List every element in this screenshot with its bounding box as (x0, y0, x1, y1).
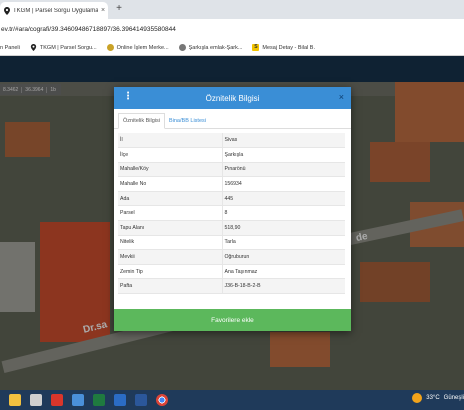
browser-tab-strip: TKGM | Parsel Sorgu Uygulama... × + (0, 0, 464, 19)
sun-icon (412, 393, 423, 403)
table-row: Parsel 8 (118, 205, 345, 222)
row-key: Mahalle No (118, 176, 223, 192)
row-key: Zemin Tip (118, 264, 223, 280)
bookmark-label: Online İşlem Merke... (116, 44, 169, 51)
bookmark-item[interactable]: TKGM | Parsel Sorgu... (30, 44, 97, 51)
bookmark-item[interactable]: Şarkışla emlak-Şark... (178, 44, 243, 51)
outlook-icon[interactable] (114, 394, 126, 406)
globe-icon (178, 44, 186, 51)
table-row: Zemin Tip Ana Taşınmaz (118, 264, 345, 280)
row-key: Tapu Alanı (118, 220, 223, 236)
row-value: Pınarönü (222, 162, 345, 178)
bookmark-item[interactable]: n Paneli (0, 45, 20, 51)
add-favorite-button[interactable]: Favorilere ekle (114, 309, 351, 331)
row-value: Tarla (222, 235, 345, 251)
excel-icon[interactable] (93, 394, 105, 406)
table-row: Ada 445 (118, 191, 345, 207)
row-key: Nitelik (118, 235, 223, 251)
row-value: Oğruburun (222, 249, 345, 265)
address-bar[interactable]: ev.tr/#ara/cografi/39.34609486718897/36.… (0, 19, 464, 40)
table-row: Pafta J36-B-18-B-2-B (118, 278, 345, 295)
location-pin-icon (4, 6, 10, 15)
row-key: Mahalle/Köy (118, 162, 223, 178)
row-key: Parsel (118, 205, 223, 222)
menu-icon[interactable]: ⋮ (123, 91, 133, 102)
bookmarks-bar: n Paneli TKGM | Parsel Sorgu... Online İ… (0, 40, 464, 56)
row-value: J36-B-18-B-2-B (222, 278, 345, 295)
row-value: Şarkışla (222, 147, 345, 163)
bookmark-label: Şarkışla emlak-Şark... (188, 44, 243, 51)
modal-title: Öznitelik Bilgisi (205, 93, 260, 103)
table-row: Nitelik Tarla (118, 235, 345, 251)
explorer-icon[interactable] (9, 394, 21, 406)
browser-tab[interactable]: TKGM | Parsel Sorgu Uygulama... × (0, 2, 108, 19)
store-icon[interactable] (30, 394, 42, 406)
chrome-icon[interactable] (156, 394, 168, 406)
bookmark-item[interactable]: Online İşlem Merke... (106, 44, 169, 51)
tab-attribute-info[interactable]: Öznitelik Bilgisi (118, 113, 165, 129)
row-key: İl (118, 133, 223, 149)
row-value: Ana Taşınmaz (222, 264, 345, 280)
row-value: 8 (222, 205, 345, 222)
site-header (0, 56, 464, 82)
table-row: Tapu Alanı 518,90 (118, 220, 345, 236)
bookmark-label: Mesaj Detay - Bilal B. (262, 44, 315, 51)
new-tab-button[interactable]: + (113, 3, 125, 15)
location-pin-icon (30, 44, 37, 51)
modal-header: ⋮ Öznitelik Bilgisi × (114, 87, 351, 109)
weather-text: Güneşli (443, 395, 464, 401)
row-key: Pafta (118, 278, 223, 295)
temperature: 33°C (426, 395, 440, 401)
attribute-info-modal: ⋮ Öznitelik Bilgisi × Öznitelik Bilgisi … (114, 87, 351, 331)
row-key: İlçe (118, 147, 223, 163)
attribute-table: İl Sivas İlçe Şarkışla Mahalle/Köy Pınarönü… (118, 133, 345, 295)
system-tray[interactable]: 33°C Güneşli (412, 393, 464, 403)
table-row: Mevkii Oğruburun (118, 249, 345, 265)
row-value: Sivas (222, 133, 345, 149)
tab-close-icon[interactable]: × (98, 7, 108, 14)
emblem-icon (106, 44, 114, 51)
url-text[interactable]: ev.tr/#ara/cografi/39.34609486718897/36.… (0, 26, 176, 33)
row-key: Ada (118, 191, 223, 207)
mail-icon[interactable] (72, 394, 84, 406)
row-key: Mevkii (118, 249, 223, 265)
table-row: İlçe Şarkışla (118, 147, 345, 163)
row-value: 445 (222, 191, 345, 207)
bookmark-item[interactable]: S Mesaj Detay - Bilal B. (252, 44, 315, 51)
taskbar (0, 390, 464, 410)
row-value: 518,90 (222, 220, 345, 236)
modal-tabs: Öznitelik Bilgisi Bina/BB Listesi (114, 109, 351, 129)
table-row: Mahalle No 156934 (118, 176, 345, 192)
s-logo-icon: S (252, 44, 260, 51)
bookmark-label: TKGM | Parsel Sorgu... (39, 44, 97, 51)
tab-title: TKGM | Parsel Sorgu Uygulama... (13, 7, 98, 14)
word-icon[interactable] (135, 394, 147, 406)
table-row: İl Sivas (118, 133, 345, 149)
row-value: 156934 (222, 176, 345, 192)
pdf-icon[interactable] (51, 394, 63, 406)
table-row: Mahalle/Köy Pınarönü (118, 162, 345, 178)
bookmark-label: n Paneli (0, 44, 20, 51)
tab-building-list[interactable]: Bina/BB Listesi (165, 114, 210, 128)
close-icon[interactable]: × (339, 92, 344, 102)
